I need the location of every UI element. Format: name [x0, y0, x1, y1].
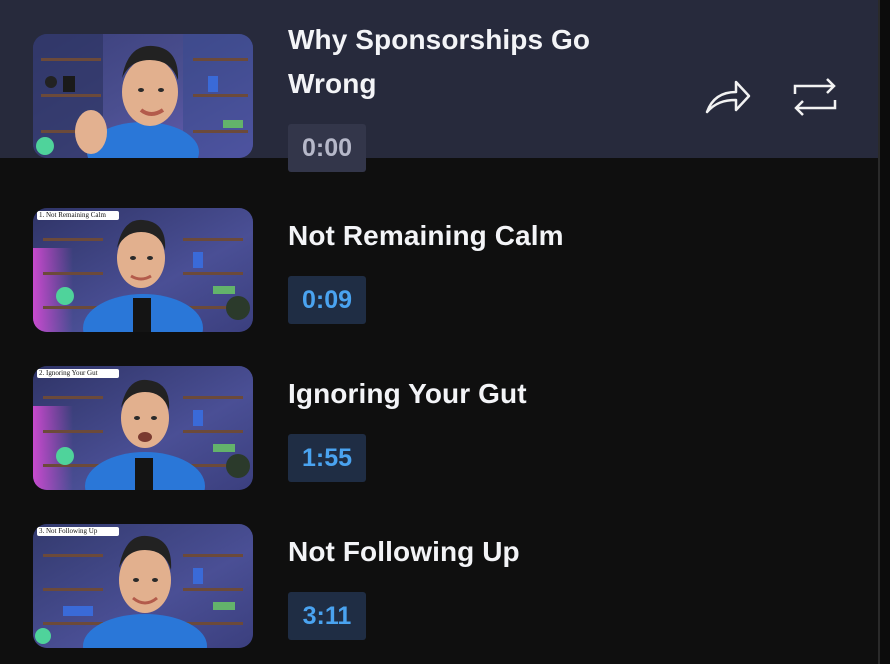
- scrollbar-track[interactable]: [878, 0, 890, 664]
- repeat-icon: [793, 78, 837, 116]
- repeat-button[interactable]: [790, 72, 840, 122]
- chapter-timestamp[interactable]: 0:00: [288, 124, 366, 172]
- chapter-thumbnail[interactable]: [33, 34, 253, 158]
- thumbnail-overlay-text: 3. Not Following Up: [39, 527, 98, 535]
- thumbnail-overlay-text: 2. Ignoring Your Gut: [39, 369, 98, 377]
- share-button[interactable]: [702, 72, 752, 122]
- chapter-thumbnail[interactable]: 2. Ignoring Your Gut: [33, 366, 253, 490]
- chapter-item[interactable]: 3. Not Following Up Not Following Up 3:1…: [0, 506, 878, 664]
- share-arrow-icon: [705, 80, 751, 114]
- chapter-thumbnail[interactable]: 3. Not Following Up: [33, 524, 253, 648]
- chapter-title: Why Sponsorships Go Wrong: [288, 24, 591, 99]
- chapter-title: Ignoring Your Gut: [288, 378, 527, 409]
- chapter-title: Not Remaining Calm: [288, 220, 564, 251]
- chapter-item[interactable]: 2. Ignoring Your Gut Ignoring Your Gut 1…: [0, 348, 878, 506]
- chapter-item[interactable]: 1. Not Remaining Calm Not Remaining Calm…: [0, 190, 878, 348]
- chapter-thumbnail[interactable]: 1. Not Remaining Calm: [33, 208, 253, 332]
- chapter-item-active[interactable]: Why Sponsorships Go Wrong 0:00: [0, 0, 878, 172]
- chapter-timestamp[interactable]: 3:11: [288, 592, 366, 640]
- chapter-list-panel: Why Sponsorships Go Wrong 0:00 1. Not Re…: [0, 0, 878, 664]
- thumbnail-image: [33, 524, 253, 648]
- thumbnail-overlay-text: 1. Not Remaining Calm: [39, 211, 106, 219]
- thumbnail-image: [33, 34, 253, 158]
- chapter-title: Not Following Up: [288, 536, 520, 567]
- chapter-timestamp[interactable]: 1:55: [288, 434, 366, 482]
- chapter-timestamp[interactable]: 0:09: [288, 276, 366, 324]
- thumbnail-image: [33, 366, 253, 490]
- scrollbar-divider: [878, 0, 880, 664]
- thumbnail-image: [33, 208, 253, 332]
